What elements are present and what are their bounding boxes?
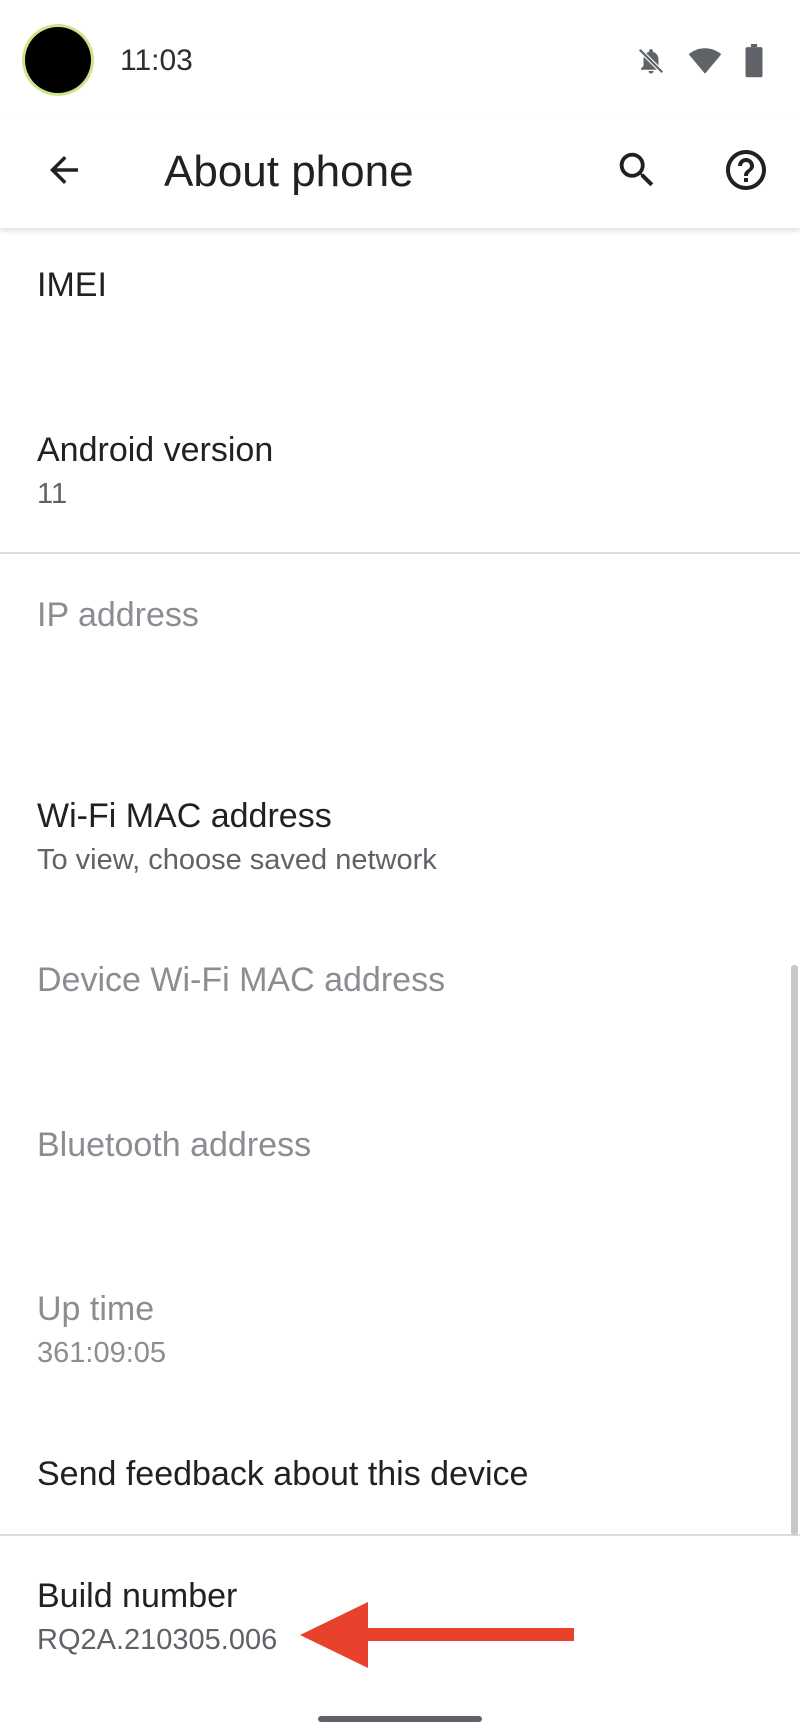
preference-title: Device Wi-Fi MAC address <box>37 961 446 999</box>
preference-up-time: Up time 361:09:05 <box>37 1287 166 1373</box>
scrollbar[interactable] <box>791 965 798 1535</box>
status-bar: 11:03 <box>0 0 800 120</box>
preference-bluetooth-address: Bluetooth address <box>37 1123 311 1167</box>
preference-send-feedback[interactable]: Send feedback about this device <box>37 1452 528 1496</box>
wifi-icon <box>688 46 722 81</box>
preference-title: Up time <box>37 1290 155 1328</box>
search-button[interactable] <box>605 140 669 204</box>
notifications-off-icon <box>636 45 666 82</box>
annotation-arrow-icon <box>300 1595 580 1680</box>
preference-summary: 11 <box>37 478 68 510</box>
preference-summary: To view, choose saved network <box>37 844 437 876</box>
preference-title: Send feedback about this device <box>37 1455 529 1493</box>
preference-title: Bluetooth address <box>37 1126 312 1164</box>
preference-title: IP address <box>37 596 199 634</box>
preference-android-version[interactable]: Android version 11 <box>37 428 273 514</box>
help-icon <box>722 146 770 199</box>
preference-imei[interactable]: IMEI <box>37 263 107 307</box>
preference-title: Build number <box>37 1577 238 1615</box>
search-icon <box>614 147 660 198</box>
preference-build-number[interactable]: Build number RQ2A.210305.006 <box>37 1574 277 1660</box>
help-button[interactable] <box>714 140 778 204</box>
preference-summary: 361:09:05 <box>37 1337 167 1369</box>
gesture-nav-handle[interactable] <box>318 1716 482 1722</box>
app-bar: About phone <box>0 120 800 228</box>
preference-title: Android version <box>37 431 274 469</box>
section-divider <box>0 552 800 554</box>
section-divider <box>0 1534 800 1536</box>
status-icons <box>636 44 764 83</box>
preference-title: IMEI <box>37 266 107 304</box>
battery-icon <box>744 44 764 83</box>
preference-device-wifi-mac-address: Device Wi-Fi MAC address <box>37 958 445 1002</box>
preference-summary: RQ2A.210305.006 <box>37 1624 278 1656</box>
arrow-back-icon <box>43 149 85 196</box>
preference-title: Wi-Fi MAC address <box>37 797 332 835</box>
preference-ip-address: IP address <box>37 593 199 637</box>
preference-list: IMEI Android version 11 IP address Wi-Fi… <box>0 228 800 1734</box>
camera-cutout <box>25 27 91 93</box>
page-title: About phone <box>164 147 414 196</box>
status-time: 11:03 <box>120 44 193 77</box>
preference-wifi-mac-address[interactable]: Wi-Fi MAC address To view, choose saved … <box>37 794 437 880</box>
back-button[interactable] <box>34 142 94 202</box>
